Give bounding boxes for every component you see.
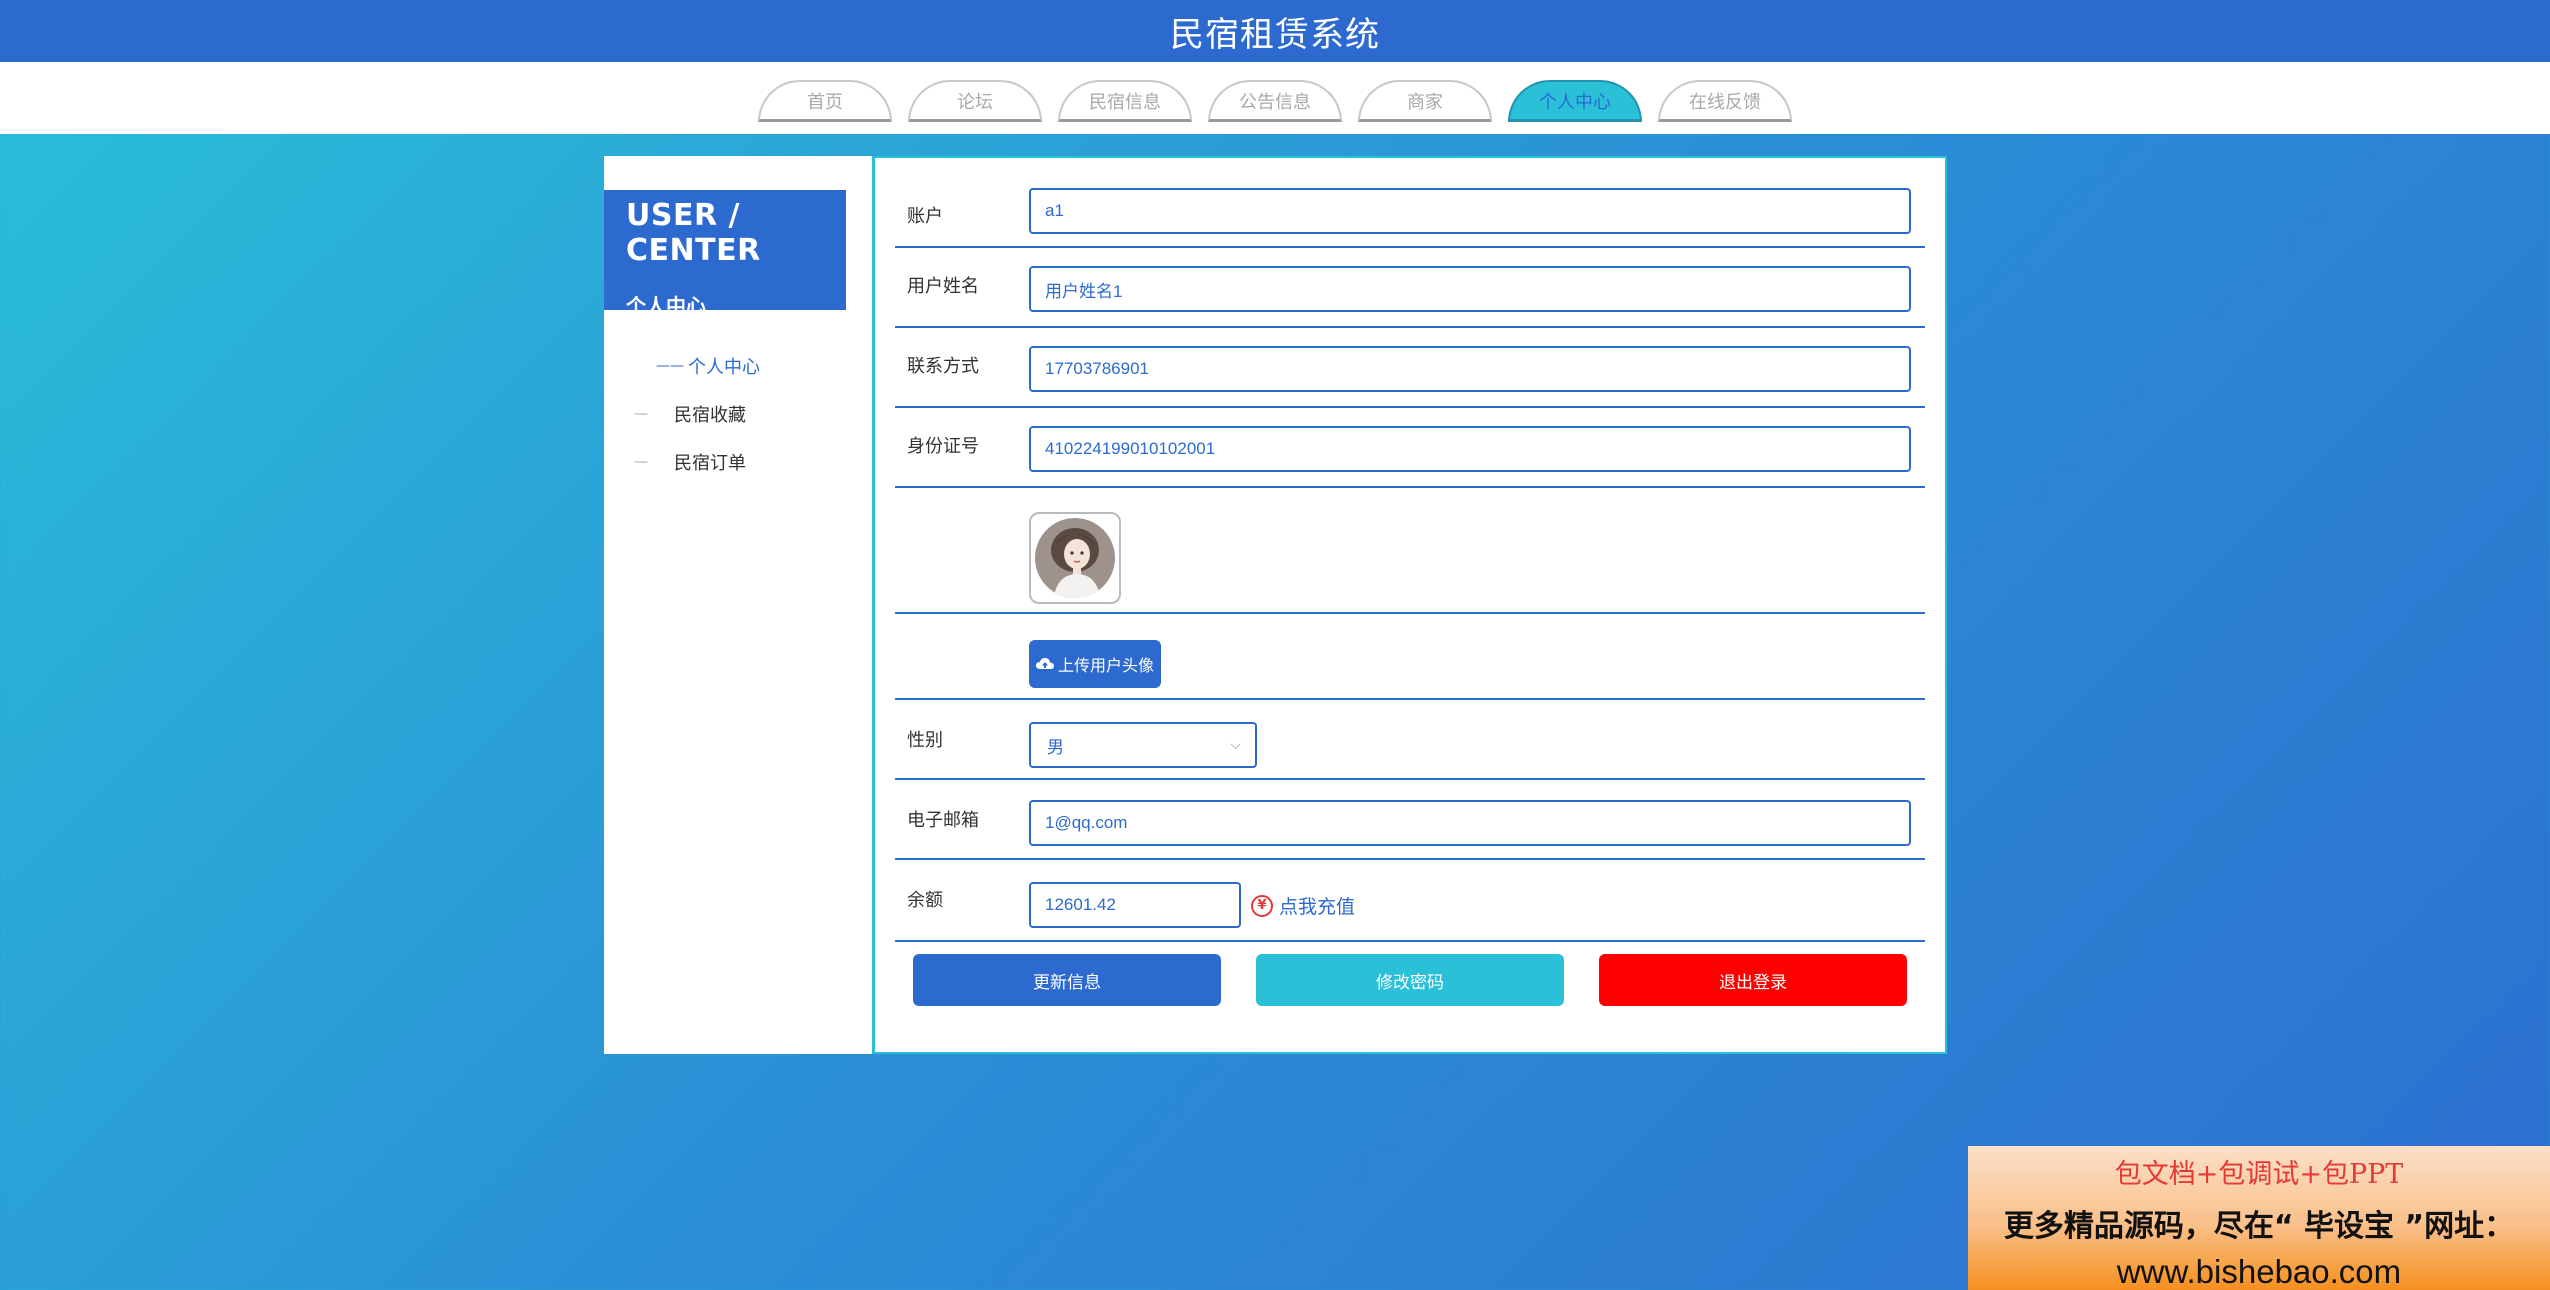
account-field[interactable]: a1: [1029, 188, 1911, 234]
promo-watermark: 包文档+包调试+包PPT 更多精品源码，尽在“ 毕设宝 ”网址： www.bis…: [1968, 1146, 2550, 1290]
avatar-portrait-icon: [1035, 518, 1115, 598]
tab-user-center[interactable]: 个人中心: [1508, 80, 1642, 122]
account-row: 账户 a1: [895, 188, 1925, 248]
dash-marker: —: [634, 406, 648, 422]
recharge-label: 点我充值: [1279, 896, 1356, 918]
top-header: 民宿租赁系统: [0, 0, 2550, 62]
change-password-button[interactable]: 修改密码: [1256, 954, 1564, 1006]
balance-row: 余额 12601.42 ¥ 点我充值: [895, 862, 1925, 942]
phone-row: 联系方式 17703786901: [895, 330, 1925, 408]
username-field[interactable]: 用户姓名1: [1029, 266, 1911, 312]
account-label: 账户: [907, 206, 943, 227]
sidebar-item-label: 民宿订单: [674, 453, 746, 474]
profile-form: 账户 a1 用户姓名 用户姓名1 联系方式 17703786901 身份证号 4…: [875, 156, 1947, 1054]
email-field[interactable]: 1@qq.com: [1029, 800, 1911, 846]
sidebar-item-label: 个人中心: [688, 357, 760, 378]
user-center-title-cn: 个人中心: [626, 294, 706, 318]
gender-value: 男: [1047, 737, 1064, 758]
username-row: 用户姓名 用户姓名1: [895, 250, 1925, 328]
main-nav: 首页 论坛 民宿信息 公告信息 商家 个人中心 在线反馈: [0, 62, 2550, 134]
tab-announcements[interactable]: 公告信息: [1208, 80, 1342, 122]
gender-select[interactable]: 男 ⌵: [1029, 722, 1257, 768]
upload-avatar-label: 上传用户头像: [1057, 656, 1154, 675]
phone-label: 联系方式: [907, 356, 979, 377]
recharge-link[interactable]: ¥ 点我充值: [1251, 892, 1355, 919]
email-row: 电子邮箱 1@qq.com: [895, 782, 1925, 860]
gender-label: 性别: [907, 730, 943, 751]
tab-home[interactable]: 首页: [758, 80, 892, 122]
dash-marker: ——: [656, 358, 684, 374]
logout-button[interactable]: 退出登录: [1599, 954, 1907, 1006]
sidebar-item-orders[interactable]: — 民宿订单: [604, 438, 846, 486]
balance-field[interactable]: 12601.42: [1029, 882, 1241, 928]
user-avatar: [1029, 512, 1121, 604]
user-center-header: USER / CENTER 个人中心: [604, 190, 846, 318]
sidebar-menu: —— 个人中心 — 民宿收藏 — 民宿订单: [604, 342, 846, 486]
tab-forum[interactable]: 论坛: [908, 80, 1042, 122]
sidebar-item-user-center[interactable]: —— 个人中心: [604, 342, 846, 390]
email-label: 电子邮箱: [907, 810, 979, 831]
watermark-line2: 更多精品源码，尽在“ 毕设宝 ”网址：: [2003, 1209, 2515, 1244]
gender-row: 性别 男 ⌵: [895, 702, 1925, 780]
balance-label: 余额: [907, 890, 943, 911]
nav-tabs: 首页 论坛 民宿信息 公告信息 商家 个人中心 在线反馈: [758, 80, 1792, 122]
user-center-title-en: USER / CENTER: [626, 198, 761, 268]
app-title: 民宿租赁系统: [1170, 14, 1380, 55]
upload-avatar-button[interactable]: 上传用户头像: [1029, 640, 1161, 688]
yen-icon: ¥: [1251, 894, 1273, 917]
id-card-row: 身份证号 410224199010102001: [895, 410, 1925, 488]
cloud-upload-icon: [1035, 658, 1054, 669]
sidebar-item-favorites[interactable]: — 民宿收藏: [604, 390, 846, 438]
chevron-down-icon: ⌵: [1230, 737, 1241, 753]
dash-marker: —: [634, 454, 648, 470]
username-label: 用户姓名: [907, 276, 979, 297]
tab-merchants[interactable]: 商家: [1358, 80, 1492, 122]
upload-row: 上传用户头像: [895, 616, 1925, 700]
phone-field[interactable]: 17703786901: [1029, 346, 1911, 392]
sidebar: USER / CENTER 个人中心 —— 个人中心 — 民宿收藏 — 民宿订单: [604, 156, 872, 1054]
tab-feedback[interactable]: 在线反馈: [1658, 80, 1792, 122]
sidebar-item-label: 民宿收藏: [674, 405, 746, 426]
id-card-label: 身份证号: [907, 436, 979, 457]
id-card-field[interactable]: 410224199010102001: [1029, 426, 1911, 472]
watermark-line1: 包文档+包调试+包PPT: [2114, 1159, 2404, 1190]
update-info-button[interactable]: 更新信息: [913, 954, 1221, 1006]
avatar-row: [895, 490, 1925, 614]
tab-homestay-info[interactable]: 民宿信息: [1058, 80, 1192, 122]
watermark-line3: www.bishebao.com: [2116, 1253, 2402, 1290]
